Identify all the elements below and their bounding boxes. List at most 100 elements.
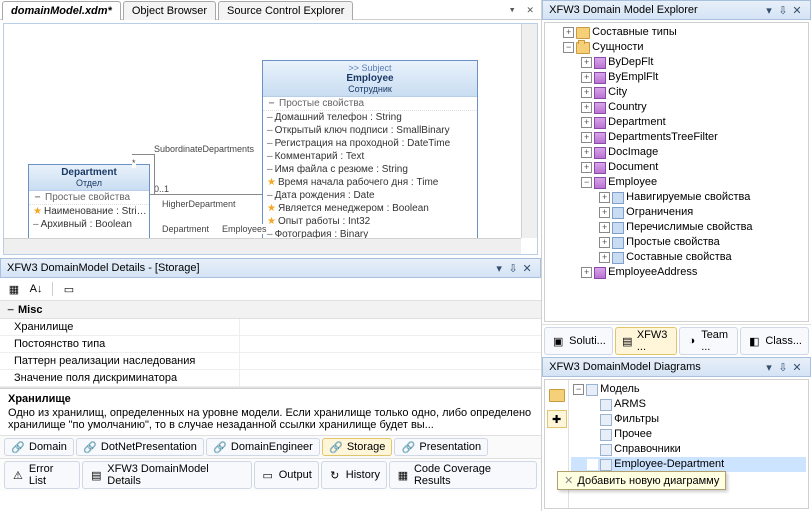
diagram-icon: [600, 399, 612, 411]
property-description: Хранилище Одно из хранилищ, определенных…: [0, 388, 541, 435]
expand-icon[interactable]: +: [581, 102, 592, 113]
collapse-icon[interactable]: −: [33, 192, 42, 203]
star-icon: ★: [267, 216, 276, 227]
expand-icon[interactable]: +: [563, 27, 574, 38]
horizontal-scrollbar[interactable]: [4, 238, 521, 254]
collapse-icon[interactable]: −: [563, 42, 574, 53]
properties-icon[interactable]: ▭: [59, 280, 79, 298]
tab-domain-engineer[interactable]: 🔗DomainEngineer: [206, 438, 320, 456]
expand-icon[interactable]: +: [581, 267, 592, 278]
folder-icon: [612, 222, 624, 234]
expand-icon[interactable]: +: [599, 207, 610, 218]
entity-icon: [594, 87, 606, 99]
details-icon: ▤: [89, 468, 103, 482]
dropdown-icon[interactable]: ▾: [505, 3, 519, 17]
expand-icon[interactable]: +: [581, 72, 592, 83]
tab-team-explorer[interactable]: ◑Team ...: [679, 327, 738, 355]
expand-icon[interactable]: +: [581, 147, 592, 158]
model-icon: [586, 384, 598, 396]
alpha-sort-icon[interactable]: A↓: [26, 280, 46, 298]
tab-solution-explorer[interactable]: ▣Soluti...: [544, 327, 613, 355]
aspect-tabs: 🔗Domain 🔗DotNetPresentation 🔗DomainEngin…: [0, 435, 541, 458]
details-pane-header: XFW3 DomainModel Details - [Storage] ▾ ⇩…: [0, 258, 541, 278]
expand-icon[interactable]: +: [581, 57, 592, 68]
collapse-icon[interactable]: −: [573, 384, 584, 395]
close-icon[interactable]: ✕: [523, 3, 537, 17]
add-diagram-button[interactable]: ✚: [547, 410, 567, 428]
aspect-icon: 🔗: [83, 440, 97, 454]
class-icon: ◧: [747, 334, 761, 348]
editor-tabs: domainModel.xdm* Object Browser Source C…: [0, 0, 541, 20]
tab-source-control[interactable]: Source Control Explorer: [218, 1, 353, 20]
close-icon[interactable]: ✕: [790, 360, 804, 374]
entity-icon: [594, 267, 606, 279]
diagram-icon: [600, 459, 612, 471]
pin-icon[interactable]: ⇩: [776, 360, 790, 374]
tooltip: ✕Добавить новую диаграмму: [557, 471, 726, 490]
folder-icon: [612, 237, 624, 249]
folder-icon: [612, 207, 624, 219]
team-icon: ◑: [686, 334, 697, 348]
tab-object-browser[interactable]: Object Browser: [123, 1, 216, 20]
expand-icon[interactable]: +: [581, 87, 592, 98]
star-icon: ★: [267, 177, 276, 188]
property-grid[interactable]: −Misc Хранилище Постоянство типа Паттерн…: [0, 301, 541, 388]
close-icon[interactable]: ✕: [520, 261, 534, 275]
star-icon: ★: [33, 206, 42, 217]
expand-icon[interactable]: +: [581, 132, 592, 143]
output-icon: ▭: [261, 468, 275, 482]
expand-icon[interactable]: +: [599, 237, 610, 248]
relation-label: SubordinateDepartments: [154, 144, 254, 154]
diagram-surface[interactable]: Department Отдел −Простые свойства ★Наим…: [3, 23, 538, 255]
folder-icon: [576, 27, 590, 39]
collapse-icon[interactable]: −: [581, 177, 592, 188]
dropdown-icon[interactable]: ▾: [762, 360, 776, 374]
tab-output[interactable]: ▭Output: [254, 461, 319, 489]
aspect-icon: 🔗: [329, 440, 343, 454]
expand-icon[interactable]: +: [599, 192, 610, 203]
entity-icon: [594, 132, 606, 144]
tab-code-coverage[interactable]: ▦Code Coverage Results: [389, 461, 537, 489]
pin-icon[interactable]: ⇩: [506, 261, 520, 275]
aspect-icon: 🔗: [11, 440, 25, 454]
tab-xfw3-explorer[interactable]: ▤XFW3 ...: [615, 327, 678, 355]
tab-dotnet-presentation[interactable]: 🔗DotNetPresentation: [76, 438, 204, 456]
coverage-icon: ▦: [396, 468, 410, 482]
folder-icon: [612, 192, 624, 204]
close-icon[interactable]: ✕: [790, 3, 804, 17]
diagram-icon: [600, 429, 612, 441]
collapse-icon[interactable]: −: [6, 303, 15, 316]
error-icon: ⚠: [11, 468, 25, 482]
aspect-icon: 🔗: [213, 440, 227, 454]
tab-domain[interactable]: 🔗Domain: [4, 438, 74, 456]
delete-icon: ✕: [564, 475, 573, 487]
toolwindow-tabs: ▣Soluti... ▤XFW3 ... ◑Team ... ◧Class...: [542, 324, 811, 357]
tab-domain-model[interactable]: domainModel.xdm*: [2, 1, 121, 20]
dropdown-icon[interactable]: ▾: [492, 261, 506, 275]
folder-icon: [612, 252, 624, 264]
expand-icon[interactable]: +: [581, 162, 592, 173]
model-explorer-tree[interactable]: +Составные типы −Сущности +ByDepFlt +ByE…: [545, 23, 808, 282]
collapse-icon[interactable]: −: [267, 98, 276, 109]
explorer-icon: ▤: [622, 334, 633, 348]
tab-history[interactable]: ↻History: [321, 461, 387, 489]
relation-role: Employees: [222, 224, 267, 234]
tab-error-list[interactable]: ⚠Error List: [4, 461, 80, 489]
categorized-icon[interactable]: ▦: [4, 280, 24, 298]
open-folder-icon[interactable]: [547, 386, 567, 404]
expand-icon[interactable]: +: [581, 117, 592, 128]
vertical-scrollbar[interactable]: [521, 24, 537, 238]
star-icon: ★: [267, 203, 276, 214]
dropdown-icon[interactable]: ▾: [762, 3, 776, 17]
entity-employee[interactable]: >> Subject Employee Сотрудник −Простые с…: [262, 60, 478, 242]
tab-storage[interactable]: 🔗Storage: [322, 438, 393, 456]
expand-icon[interactable]: +: [599, 222, 610, 233]
tab-domainmodel-details[interactable]: ▤XFW3 DomainModel Details: [82, 461, 251, 489]
pin-icon[interactable]: ⇩: [776, 3, 790, 17]
explorer-pane-header: XFW3 Domain Model Explorer ▾ ⇩ ✕: [542, 0, 811, 20]
tab-class-view[interactable]: ◧Class...: [740, 327, 809, 355]
entity-icon: [594, 177, 606, 189]
expand-icon[interactable]: +: [599, 252, 610, 263]
relation-mult: *: [132, 158, 136, 168]
tab-presentation[interactable]: 🔗Presentation: [394, 438, 488, 456]
